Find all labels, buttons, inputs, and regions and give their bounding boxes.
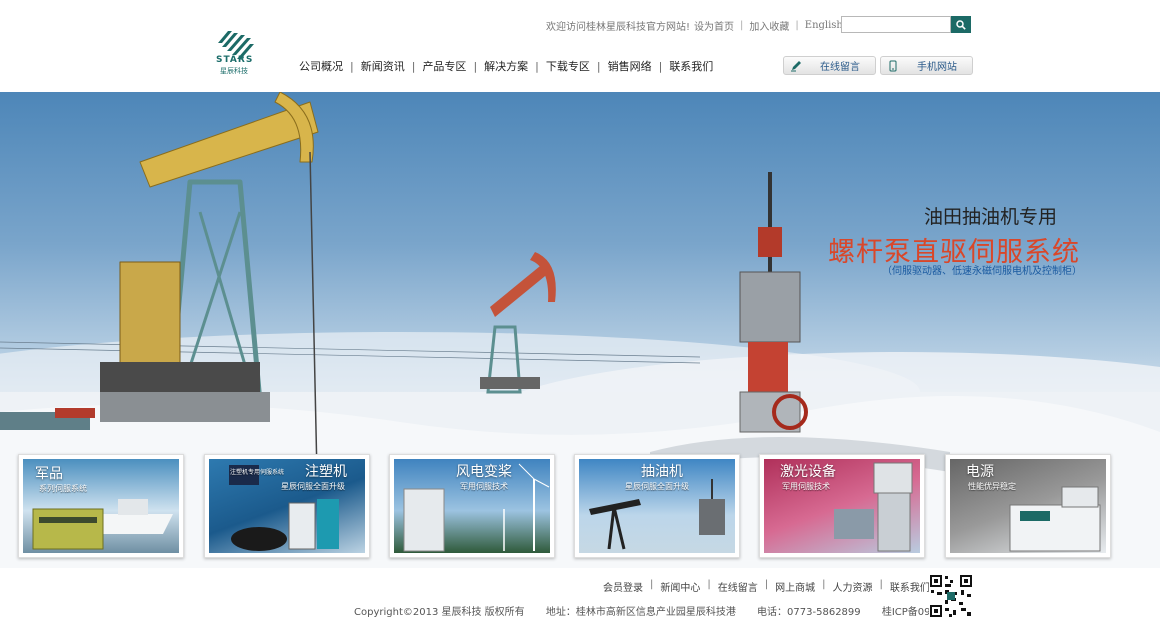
footer-link-news[interactable]: 新闻中心	[660, 579, 700, 594]
separator: |	[879, 579, 883, 590]
separator: |	[658, 59, 663, 73]
separator: |	[650, 579, 654, 590]
banner-headline: 油田抽油机专用	[924, 206, 1058, 228]
mobile-site-label: 手机网站	[917, 62, 957, 73]
tile-subtitle: 军用伺服技术	[782, 482, 830, 491]
separator: |	[764, 579, 769, 590]
welcome-text: 欢迎访问桂林星辰科技官方网站!	[546, 22, 691, 33]
separator: |	[596, 59, 601, 73]
nav-item-solutions[interactable]: 解决方案	[484, 58, 528, 74]
separator: |	[707, 579, 711, 590]
tile-image: 抽油机 星辰伺服全面升级	[579, 459, 735, 553]
tile-oil-pump[interactable]: 抽油机 星辰伺服全面升级	[574, 454, 740, 558]
search-icon	[956, 19, 966, 30]
separator: |	[822, 579, 826, 590]
tile-laser[interactable]: 激光设备 军用伺服技术	[759, 454, 925, 558]
footer-links: 会员登录 | 新闻中心 | 在线留言 | 网上商城 | 人力资源 | 联系我们 …	[603, 579, 947, 594]
tile-subtitle: 星辰伺服全面升级	[625, 482, 689, 491]
tile-subtitle: 性能优异稳定	[968, 482, 1016, 491]
separator: |	[473, 59, 478, 73]
phone: 电话：0773-5862899	[757, 607, 861, 618]
nav-item-sales[interactable]: 销售网络	[608, 58, 652, 74]
tile-subtitle: 星辰伺服全面升级	[281, 482, 345, 491]
separator: |	[535, 59, 539, 73]
tile-title: 军品	[35, 466, 63, 482]
mobile-site-button[interactable]: 手机网站	[880, 56, 973, 75]
tile-subtitle: 军用伺服技术	[460, 482, 508, 491]
online-message-button[interactable]: 在线留言	[783, 56, 876, 75]
tile-injection-molding[interactable]: 注塑机专用伺服系统 注塑机 星辰伺服全面升级	[204, 454, 370, 558]
set-homepage-link[interactable]: 设为首页	[694, 18, 734, 33]
nav-item-downloads[interactable]: 下载专区	[546, 58, 590, 74]
tile-military[interactable]: 军品 系列伺服系统	[18, 454, 184, 558]
tile-image: 注塑机专用伺服系统 注塑机 星辰伺服全面升级	[209, 459, 365, 553]
separator: |	[740, 20, 744, 31]
footer-link-shop[interactable]: 网上商城	[775, 579, 815, 594]
footer-info: Copyright©2013 星辰科技 版权所有 地址：桂林市高新区信息产业园星…	[354, 603, 987, 618]
phone-icon	[881, 60, 905, 72]
qr-code-icon	[929, 574, 973, 618]
header: STARS 星辰科技 欢迎访问桂林星辰科技官方网站! 设为首页 | 加入收藏 |…	[0, 0, 1160, 92]
separator: |	[795, 20, 799, 31]
online-message-label: 在线留言	[820, 62, 860, 73]
main-nav: 公司概况 | 新闻资讯 | 产品专区 | 解决方案 | 下载专区 | 销售网络 …	[299, 58, 713, 74]
search-input[interactable]	[841, 16, 951, 33]
page: STARS 星辰科技 欢迎访问桂林星辰科技官方网站! 设为首页 | 加入收藏 |…	[0, 0, 1160, 633]
footer-link-contact[interactable]: 联系我们	[890, 579, 930, 594]
logo-subtext: 星辰科技	[220, 67, 248, 75]
tile-badge: 注塑机专用伺服系统	[230, 469, 285, 476]
search-button[interactable]	[951, 16, 971, 33]
tile-wind-power[interactable]: 风电变桨 军用伺服技术	[389, 454, 555, 558]
copyright: Copyright©2013 星辰科技 版权所有	[354, 607, 525, 618]
tile-image: 电源 性能优异稳定	[950, 459, 1106, 553]
tile-title: 电源	[966, 464, 994, 480]
tile-title: 抽油机	[641, 464, 683, 480]
separator: |	[411, 59, 416, 73]
nav-item-company[interactable]: 公司概况	[299, 58, 343, 74]
logo-text: STARS	[216, 55, 254, 65]
tile-title: 注塑机	[305, 464, 347, 480]
banner-subtitle: （伺服驱动器、低速永磁伺服电机及控制柜）	[882, 266, 1082, 277]
footer: 会员登录 | 新闻中心 | 在线留言 | 网上商城 | 人力资源 | 联系我们 …	[0, 568, 1160, 633]
pen-icon	[784, 60, 808, 72]
english-link[interactable]: English	[805, 20, 843, 31]
footer-link-hr[interactable]: 人力资源	[833, 579, 873, 594]
address: 地址：桂林市高新区信息产业园星辰科技港	[545, 607, 736, 618]
nav-item-products[interactable]: 产品专区	[422, 58, 466, 74]
tile-image: 风电变桨 军用伺服技术	[394, 459, 550, 553]
nav-item-news[interactable]: 新闻资讯	[361, 58, 405, 74]
tile-title: 风电变桨	[456, 464, 512, 480]
separator: |	[350, 59, 354, 73]
footer-link-login[interactable]: 会员登录	[603, 579, 643, 594]
tile-image: 激光设备 军用伺服技术	[764, 459, 920, 553]
footer-link-message[interactable]: 在线留言	[718, 579, 758, 594]
tile-power-supply[interactable]: 电源 性能优异稳定	[945, 454, 1111, 558]
add-favorite-link[interactable]: 加入收藏	[749, 18, 789, 33]
top-links: 欢迎访问桂林星辰科技官方网站! 设为首页 | 加入收藏 | English	[546, 18, 843, 33]
tile-title: 激光设备	[780, 464, 836, 480]
tile-image: 军品 系列伺服系统	[23, 459, 179, 553]
nav-item-contact[interactable]: 联系我们	[669, 58, 713, 74]
tile-subtitle: 系列伺服系统	[39, 484, 87, 493]
